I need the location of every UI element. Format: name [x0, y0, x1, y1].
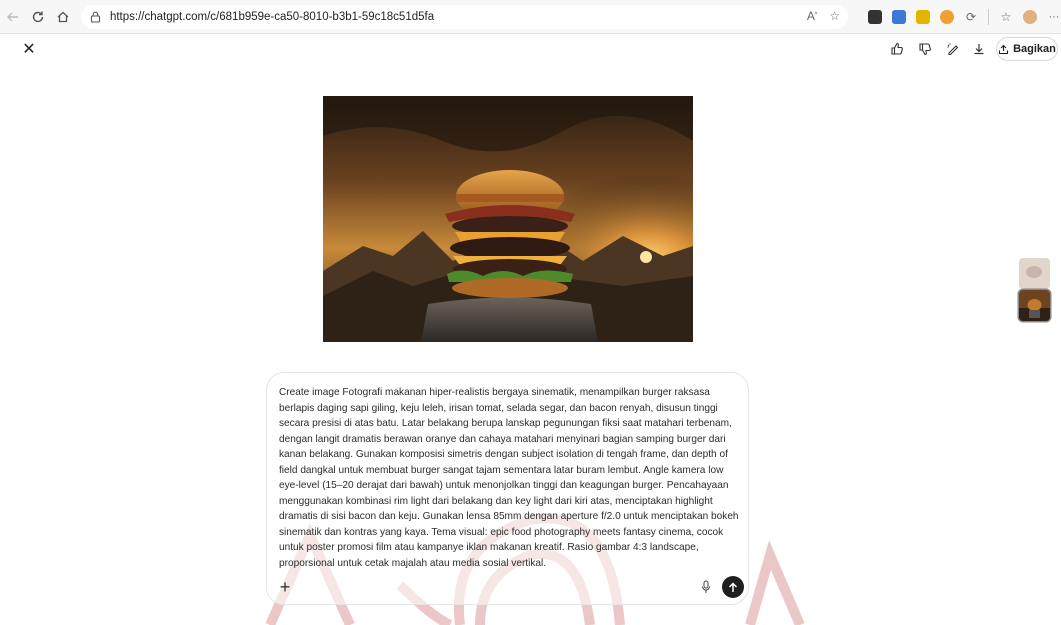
thumbs-up-icon[interactable]	[888, 40, 906, 58]
send-button[interactable]	[722, 576, 744, 598]
more-icon[interactable]: ···	[1047, 10, 1061, 24]
address-bar[interactable]: https://chatgpt.com/c/681b959e-ca50-8010…	[80, 4, 848, 29]
favorite-star-icon[interactable]: ☆	[829, 9, 840, 23]
back-icon[interactable]	[2, 5, 25, 29]
image-thumbnail-1[interactable]	[1019, 258, 1050, 289]
read-aloud-icon[interactable]: Aʹ	[807, 9, 817, 23]
home-icon[interactable]	[52, 5, 75, 29]
arrow-up-icon	[728, 581, 738, 592]
url-text[interactable]: https://chatgpt.com/c/681b959e-ca50-8010…	[110, 11, 434, 23]
refresh-icon[interactable]	[27, 5, 50, 29]
favorites-icon[interactable]: ☆	[999, 10, 1013, 24]
browser-toolbar: https://chatgpt.com/c/681b959e-ca50-8010…	[0, 0, 1061, 34]
extension-puzzle-icon[interactable]: ⟳	[964, 10, 978, 24]
microphone-icon[interactable]	[699, 579, 713, 595]
download-icon[interactable]	[970, 40, 988, 58]
toolbar-separator	[987, 8, 989, 25]
generated-burger-image[interactable]	[323, 96, 693, 342]
prompt-text[interactable]: Create image Fotografi makanan hiper-rea…	[279, 385, 741, 571]
edit-image-icon[interactable]	[944, 40, 962, 58]
profile-avatar[interactable]	[1022, 9, 1037, 24]
share-icon	[999, 44, 1009, 54]
image-viewer-header: ✕ Bagikan	[0, 34, 1061, 64]
share-label: Bagikan	[1013, 43, 1056, 55]
extension-icon-1[interactable]	[867, 9, 882, 24]
extension-icon-4[interactable]	[939, 9, 954, 24]
close-icon[interactable]: ✕	[20, 40, 38, 58]
prompt-composer: Create image Fotografi makanan hiper-rea…	[266, 372, 749, 605]
lock-icon[interactable]	[89, 10, 103, 24]
image-thumbnail-2[interactable]	[1019, 290, 1050, 321]
add-attachment-button[interactable]: +	[277, 577, 293, 597]
extension-icon-3[interactable]	[915, 9, 930, 24]
thumbs-down-icon[interactable]	[916, 40, 934, 58]
share-button[interactable]: Bagikan	[996, 37, 1058, 61]
extension-icon-2[interactable]	[891, 9, 906, 24]
